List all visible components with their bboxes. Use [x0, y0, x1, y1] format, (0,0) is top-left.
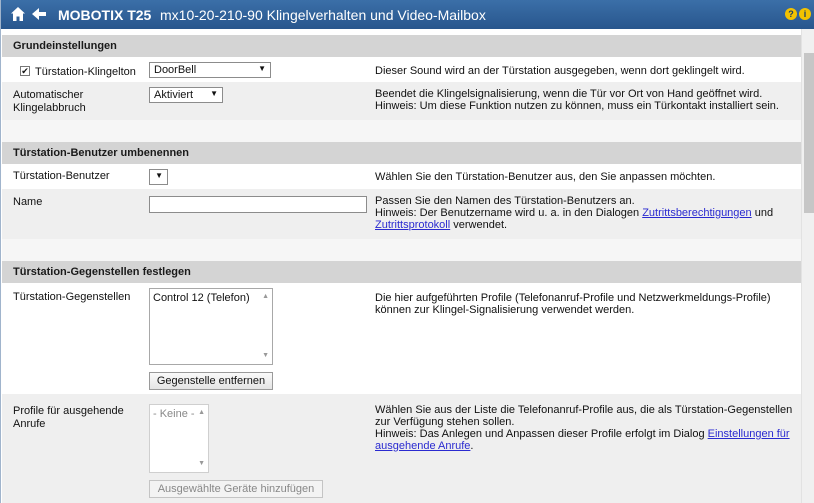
- name-input[interactable]: [149, 196, 367, 213]
- outgoing-desc-dot: .: [470, 440, 474, 452]
- user-description: Wählen Sie den Türstation-Benutzer aus, …: [375, 171, 716, 183]
- chevron-down-icon: ▼: [210, 89, 218, 98]
- ringtone-description: Dieser Sound wird an der Türstation ausg…: [375, 65, 745, 77]
- name-label: Name: [13, 196, 43, 208]
- name-desc-line1: Passen Sie den Namen des Türstation-Benu…: [375, 195, 635, 207]
- scroll-up-icon[interactable]: ▲: [262, 293, 269, 300]
- name-description: Passen Sie den Namen des Türstation-Benu…: [375, 195, 795, 231]
- section-header-peers: Türstation-Gegenstellen festlegen: [2, 261, 801, 283]
- title-bar: MOBOTIX T25 mx10-20-210-90 Klingelverhal…: [1, 0, 814, 29]
- auto-stop-desc-line1: Beendet die Klingelsignalisierung, wenn …: [375, 88, 763, 100]
- scrollbar-thumb[interactable]: [804, 53, 814, 213]
- outgoing-desc-line3: Hinweis: Das Anlegen und Anpassen dieser…: [375, 428, 795, 452]
- peers-label: Türstation-Gegenstellen: [13, 291, 131, 303]
- chevron-down-icon: ▼: [155, 171, 163, 180]
- user-label: Türstation-Benutzer: [13, 170, 110, 182]
- user-select[interactable]: ▼: [149, 169, 168, 185]
- peers-desc-line1: Die hier aufgeführten Profile (Telefonan…: [375, 292, 771, 304]
- ringtone-select[interactable]: DoorBell ▼: [149, 62, 271, 78]
- scroll-up-icon[interactable]: ▲: [198, 409, 205, 416]
- auto-stop-select[interactable]: Aktiviert ▼: [149, 87, 223, 103]
- outgoing-label: Profile für ausgehende Anrufe: [13, 405, 124, 430]
- remove-peer-button[interactable]: Gegenstelle entfernen: [149, 372, 273, 390]
- page-title: mx10-20-210-90 Klingelverhalten und Vide…: [160, 7, 486, 23]
- auto-stop-select-value: Aktiviert: [154, 89, 194, 101]
- name-row: Name Passen Sie den Namen des Türstation…: [2, 189, 801, 239]
- help-icon[interactable]: ?: [785, 8, 797, 20]
- back-arrow-icon[interactable]: [31, 6, 47, 22]
- ringtone-checkbox[interactable]: ✔: [20, 66, 30, 76]
- section-header-basic: Grundeinstellungen: [2, 35, 801, 57]
- outgoing-listbox[interactable]: - Keine - ▲ ▼: [149, 404, 209, 473]
- name-desc-line3: Zutrittsprotokoll verwendet.: [375, 219, 795, 231]
- outgoing-list-item[interactable]: - Keine -: [153, 408, 195, 420]
- peers-row: Türstation-Gegenstellen Control 12 (Tele…: [2, 283, 801, 394]
- dialog-content: Grundeinstellungen ✔ Türstation-Klingelt…: [2, 29, 801, 503]
- dialog-window: MOBOTIX T25 mx10-20-210-90 Klingelverhal…: [0, 0, 814, 503]
- peers-desc-line2: können zur Klingel-Signalisierung verwen…: [375, 304, 635, 316]
- ringtone-row: ✔ Türstation-Klingelton DoorBell ▼ Diese…: [2, 57, 801, 82]
- auto-stop-description: Beendet die Klingelsignalisierung, wenn …: [375, 88, 795, 112]
- auto-stop-label: Automatischer Klingelabbruch: [13, 89, 86, 114]
- user-row: Türstation-Benutzer ▼ Wählen Sie den Tür…: [2, 164, 801, 189]
- info-icon[interactable]: i: [799, 8, 811, 20]
- peers-listbox[interactable]: Control 12 (Telefon) ▲ ▼: [149, 288, 273, 365]
- auto-stop-row: Automatischer Klingelabbruch Aktiviert ▼…: [2, 82, 801, 120]
- access-log-link[interactable]: Zutrittsprotokoll: [375, 219, 450, 231]
- peers-list-item[interactable]: Control 12 (Telefon): [153, 292, 250, 304]
- outgoing-desc-text: Hinweis: Das Anlegen und Anpassen dieser…: [375, 428, 705, 440]
- auto-stop-desc-line2: Hinweis: Um diese Funktion nutzen zu kön…: [375, 100, 779, 112]
- outgoing-description: Wählen Sie aus der Liste die Telefonanru…: [375, 404, 795, 452]
- vertical-scrollbar[interactable]: [801, 29, 814, 503]
- name-desc-text: Hinweis: Der Benutzername wird u. a. in …: [375, 207, 640, 219]
- section-spacer: [2, 239, 801, 261]
- name-desc-line2: Hinweis: Der Benutzername wird u. a. in …: [375, 207, 795, 219]
- add-selected-devices-button[interactable]: Ausgewählte Geräte hinzufügen: [149, 480, 323, 498]
- access-rights-link[interactable]: Zutrittsberechtigungen: [642, 207, 751, 219]
- name-desc-used: verwendet.: [453, 219, 508, 231]
- name-desc-and: und: [754, 207, 774, 219]
- chevron-down-icon: ▼: [258, 64, 266, 73]
- home-icon[interactable]: [10, 6, 26, 22]
- outgoing-desc-line1: Wählen Sie aus der Liste die Telefonanru…: [375, 404, 793, 416]
- section-spacer: [2, 120, 801, 142]
- ringtone-select-value: DoorBell: [154, 64, 197, 76]
- brand-title: MOBOTIX T25: [58, 7, 152, 23]
- section-header-rename: Türstation-Benutzer umbenennen: [2, 142, 801, 164]
- scroll-down-icon[interactable]: ▼: [262, 352, 269, 359]
- outgoing-row: Profile für ausgehende Anrufe - Keine - …: [2, 394, 801, 503]
- ringtone-label: Türstation-Klingelton: [35, 66, 136, 78]
- outgoing-desc-line2: zur Verfügung stehen sollen.: [375, 416, 515, 428]
- scroll-down-icon[interactable]: ▼: [198, 460, 205, 467]
- peers-description: Die hier aufgeführten Profile (Telefonan…: [375, 292, 795, 316]
